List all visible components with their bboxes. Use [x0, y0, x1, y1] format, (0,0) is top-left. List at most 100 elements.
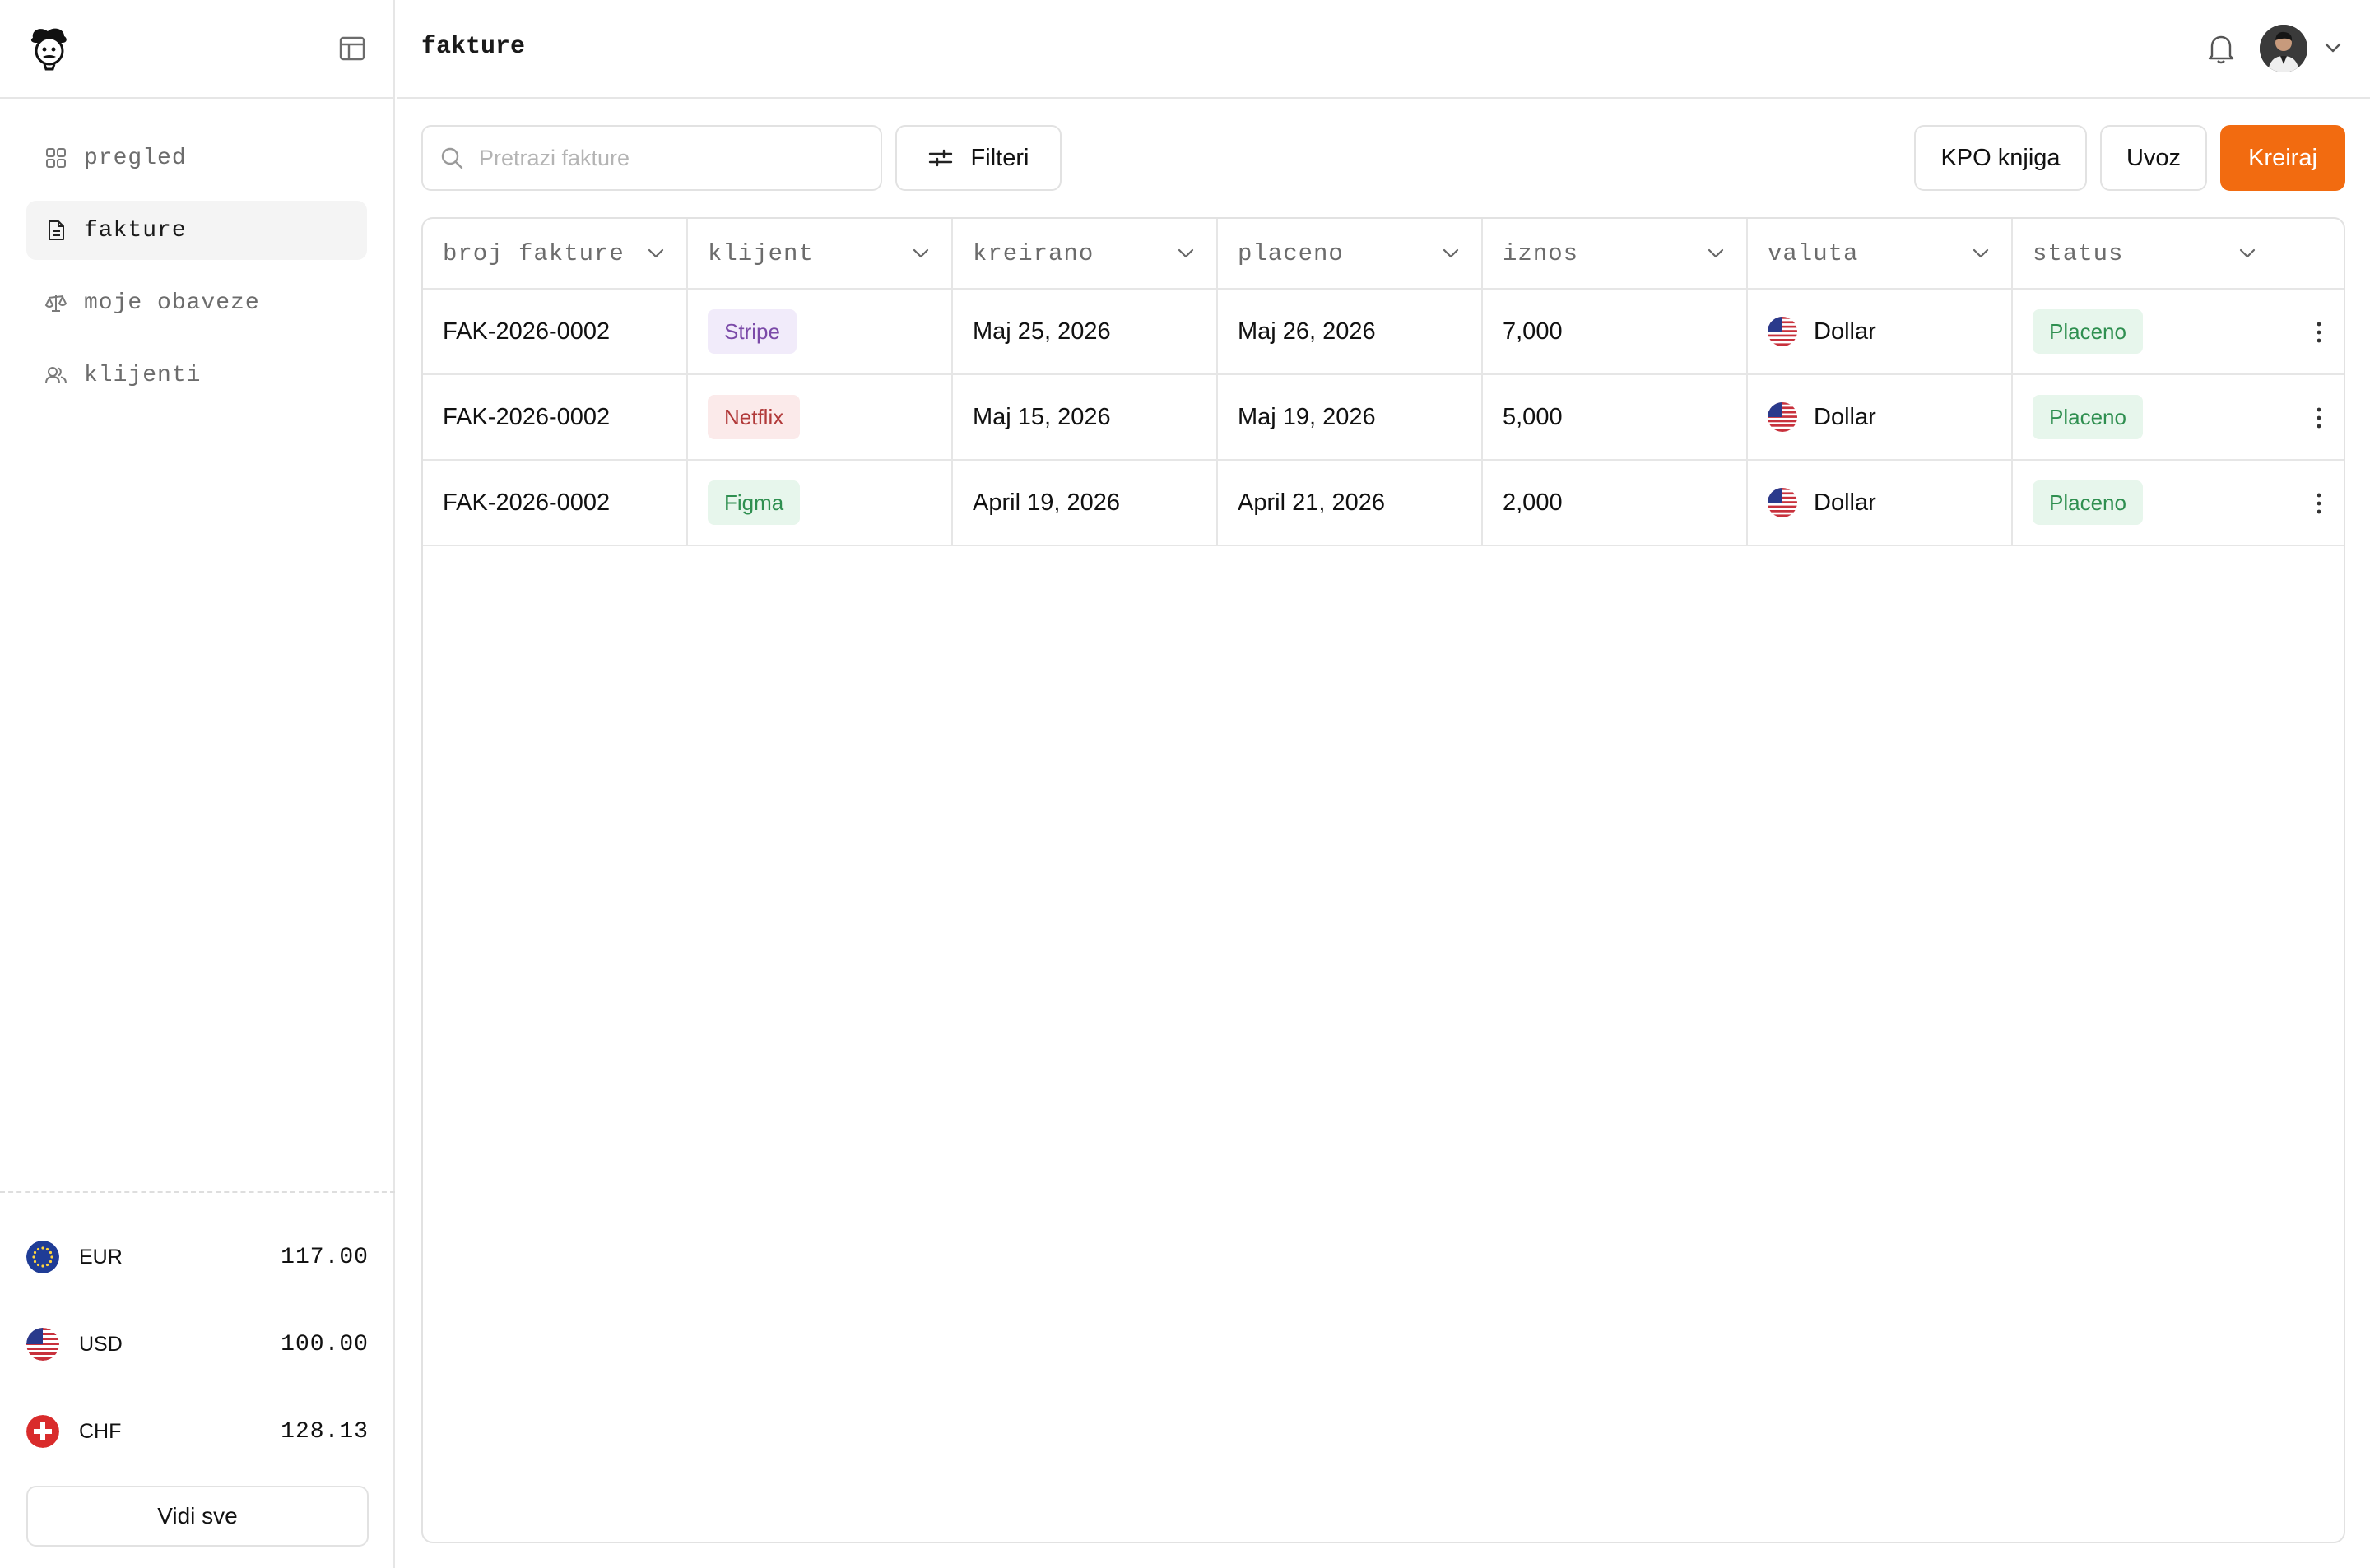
- us-flag-icon: [1768, 488, 1797, 517]
- logo-icon[interactable]: [28, 26, 69, 71]
- grid-icon: [46, 148, 66, 168]
- us-flag-icon: [26, 1328, 59, 1361]
- status-cell: Placeno: [2013, 461, 2344, 545]
- column-header-paid[interactable]: placeno: [1218, 219, 1483, 288]
- currency-cell: Dollar: [1748, 375, 2013, 459]
- currency-code: EUR: [79, 1245, 123, 1269]
- sidebar-item-label: klijenti: [84, 362, 202, 388]
- column-label: klijent: [708, 239, 814, 267]
- column-label: broj fakture: [443, 239, 625, 267]
- column-header-client[interactable]: klijent: [688, 219, 953, 288]
- scale-icon: [44, 295, 67, 312]
- chevron-down-icon: [1178, 248, 1194, 258]
- sidebar-toggle-icon[interactable]: [339, 36, 365, 61]
- column-label: valuta: [1768, 239, 1859, 267]
- us-flag-icon: [1768, 402, 1797, 432]
- chevron-down-icon: [648, 248, 664, 258]
- sidebar-item-moje-obaveze[interactable]: moje obaveze: [26, 273, 367, 332]
- currency-amount: 128.13: [281, 1418, 369, 1445]
- sliders-icon: [928, 149, 952, 167]
- invoice-number: FAK-2026-0002: [423, 290, 688, 373]
- chevron-down-icon: [1973, 248, 1989, 258]
- column-header-currency[interactable]: valuta: [1748, 219, 2013, 288]
- chevron-down-icon: [1443, 248, 1459, 258]
- search-icon: [441, 147, 463, 169]
- sidebar-item-klijenti[interactable]: klijenti: [26, 346, 367, 405]
- column-header-created[interactable]: kreirano: [953, 219, 1218, 288]
- invoice-number: FAK-2026-0002: [423, 375, 688, 459]
- create-invoice-button[interactable]: Kreiraj: [2220, 125, 2345, 191]
- table-header-row: broj fakture klijent kreirano placeno iz…: [423, 219, 2344, 290]
- table-row[interactable]: FAK-2026-0002 Stripe Maj 25, 2026 Maj 26…: [423, 290, 2344, 375]
- chevron-down-icon[interactable]: [2324, 41, 2342, 54]
- more-options-icon[interactable]: [2316, 406, 2322, 429]
- more-options-icon[interactable]: [2316, 321, 2322, 344]
- currency-cell: Dollar: [1748, 461, 2013, 545]
- status-cell: Placeno: [2013, 290, 2344, 373]
- currency-amount: 100.00: [281, 1331, 369, 1357]
- kpo-book-button[interactable]: KPO knjiga: [1914, 125, 2087, 191]
- avatar[interactable]: [2260, 25, 2307, 72]
- users-icon: [45, 367, 67, 384]
- currency-label: Dollar: [1814, 489, 1876, 516]
- top-bar: fakture: [397, 0, 2370, 99]
- sidebar-item-fakture[interactable]: fakture: [26, 201, 367, 260]
- status-badge: Placeno: [2033, 480, 2143, 525]
- balance-row-usd: USD 100.00: [26, 1320, 369, 1369]
- us-flag-icon: [1768, 317, 1797, 346]
- column-header-amount[interactable]: iznos: [1483, 219, 1748, 288]
- sidebar-item-label: fakture: [84, 217, 187, 244]
- client-cell: Netflix: [688, 375, 953, 459]
- status-badge: Placeno: [2033, 395, 2143, 439]
- invoice-number: FAK-2026-0002: [423, 461, 688, 545]
- sidebar-item-label: pregled: [84, 145, 187, 171]
- search-box[interactable]: [421, 125, 882, 191]
- created-date: Maj 25, 2026: [953, 290, 1218, 373]
- sidebar: pregled fakture moje obaveze klijenti EU…: [0, 0, 395, 1568]
- table-row[interactable]: FAK-2026-0002 Netflix Maj 15, 2026 Maj 1…: [423, 375, 2344, 461]
- client-badge[interactable]: Figma: [708, 480, 801, 525]
- column-label: status: [2033, 239, 2124, 267]
- chevron-down-icon: [2239, 248, 2256, 258]
- currency-cell: Dollar: [1748, 290, 2013, 373]
- column-label: iznos: [1503, 239, 1579, 267]
- swiss-flag-icon: [26, 1415, 59, 1448]
- document-icon: [49, 220, 64, 240]
- table-row[interactable]: FAK-2026-0002 Figma April 19, 2026 April…: [423, 461, 2344, 546]
- column-label: kreirano: [973, 239, 1094, 267]
- column-header-status[interactable]: status: [2013, 219, 2344, 288]
- more-options-icon[interactable]: [2316, 492, 2322, 515]
- paid-date: Maj 19, 2026: [1218, 375, 1483, 459]
- sidebar-item-pregled[interactable]: pregled: [26, 128, 367, 188]
- currency-balances: EUR 117.00 USD 100.00 CHF 128.13 Vidi sv…: [0, 1191, 395, 1547]
- sidebar-nav: pregled fakture moje obaveze klijenti: [0, 99, 393, 405]
- sidebar-header: [0, 0, 393, 99]
- client-badge[interactable]: Netflix: [708, 395, 801, 439]
- sidebar-item-label: moje obaveze: [84, 290, 260, 316]
- page-title: fakture: [421, 33, 526, 61]
- search-input[interactable]: [479, 145, 841, 171]
- currency-code: CHF: [79, 1419, 122, 1443]
- filters-button[interactable]: Filteri: [895, 125, 1062, 191]
- status-badge: Placeno: [2033, 309, 2143, 354]
- invoice-amount: 5,000: [1483, 375, 1748, 459]
- currency-label: Dollar: [1814, 318, 1876, 345]
- see-all-button[interactable]: Vidi sve: [26, 1486, 369, 1547]
- invoice-amount: 2,000: [1483, 461, 1748, 545]
- import-button[interactable]: Uvoz: [2100, 125, 2207, 191]
- chevron-down-icon: [1708, 248, 1724, 258]
- invoice-amount: 7,000: [1483, 290, 1748, 373]
- currency-amount: 117.00: [281, 1244, 369, 1270]
- bell-icon[interactable]: [2207, 33, 2235, 64]
- client-cell: Figma: [688, 461, 953, 545]
- currency-label: Dollar: [1814, 403, 1876, 430]
- created-date: Maj 15, 2026: [953, 375, 1218, 459]
- client-badge[interactable]: Stripe: [708, 309, 797, 354]
- chevron-down-icon: [913, 248, 929, 258]
- balance-row-eur: EUR 117.00: [26, 1232, 369, 1282]
- column-header-number[interactable]: broj fakture: [423, 219, 688, 288]
- filters-label: Filteri: [970, 144, 1029, 171]
- invoices-table: broj fakture klijent kreirano placeno iz…: [421, 217, 2345, 1543]
- paid-date: Maj 26, 2026: [1218, 290, 1483, 373]
- created-date: April 19, 2026: [953, 461, 1218, 545]
